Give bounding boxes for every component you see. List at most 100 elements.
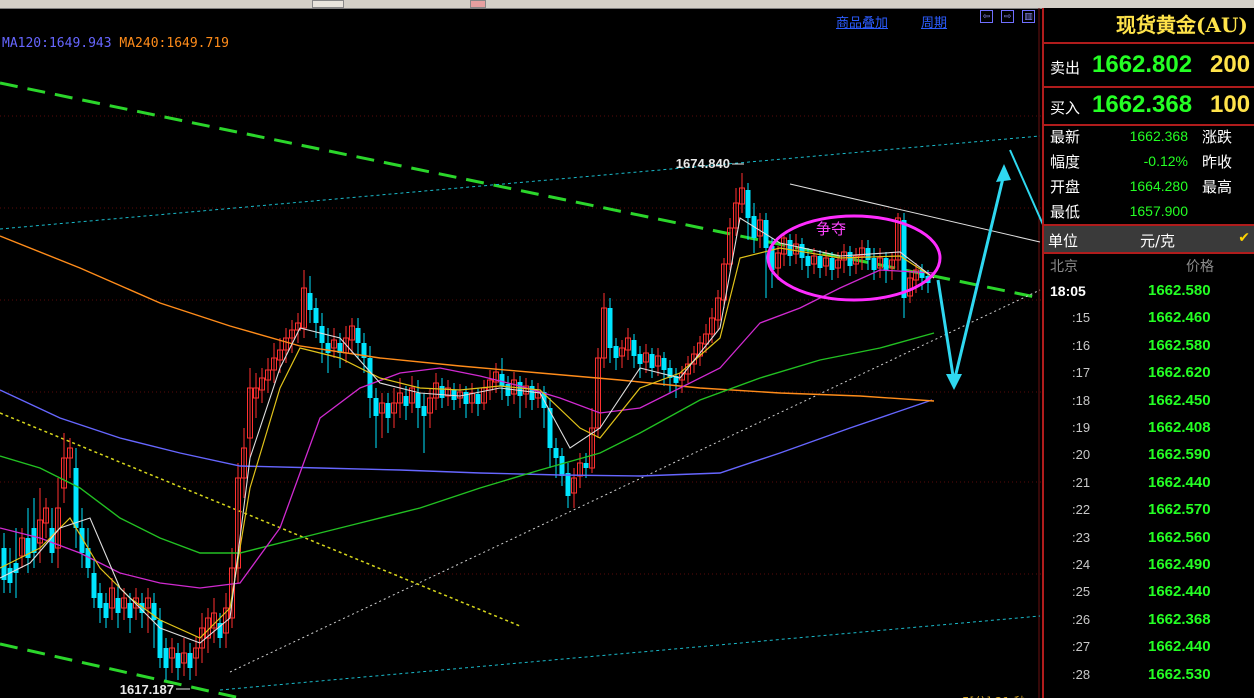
tick-price: 1662.368: [1148, 610, 1211, 628]
candlestick-chart[interactable]: 1674.8401617.187争夺5[分] 21 秒: [0, 8, 1042, 698]
instrument-title: 现货黄金(AU): [1116, 13, 1248, 37]
tick-row[interactable]: :24 1662.490: [1044, 552, 1254, 579]
stat-row-low: 最低 1657.900: [1044, 199, 1254, 224]
sell-price: 1662.802: [1092, 51, 1193, 78]
stat-key: 最新: [1050, 128, 1081, 146]
candle: [259, 368, 265, 403]
stat-value: 1657.900: [1129, 203, 1188, 219]
candle: [211, 598, 217, 643]
candle-body: [325, 343, 331, 353]
candle: [67, 438, 73, 478]
buy-row[interactable]: 买入 1662.368 100: [1044, 88, 1254, 124]
candle: [589, 408, 595, 473]
candle-body: [463, 392, 469, 404]
tick-row[interactable]: :27 1662.440: [1044, 634, 1254, 661]
candle-body: [505, 384, 511, 396]
candle: [355, 318, 361, 358]
stat-key-2: 最高: [1202, 178, 1233, 196]
candle: [373, 388, 379, 448]
candle: [715, 290, 721, 330]
candle-body: [499, 374, 505, 386]
candle-body: [565, 473, 571, 496]
tick-row[interactable]: :26 1662.368: [1044, 607, 1254, 634]
nav-prev-button[interactable]: ⇦: [980, 10, 993, 23]
candle: [517, 376, 523, 418]
candle: [625, 328, 631, 360]
top-tab[interactable]: [470, 0, 486, 8]
stat-key-2: 昨收: [1202, 153, 1233, 171]
tick-price: 1662.620: [1148, 364, 1211, 382]
tick-time: :21: [1072, 474, 1091, 490]
period-link[interactable]: 周期: [921, 12, 947, 31]
tick-header: 北京 价格: [1044, 254, 1254, 278]
candle-body: [439, 386, 445, 398]
ma120-label: MA120:1649.943: [2, 36, 112, 51]
candle-body: [31, 528, 37, 553]
candle: [631, 334, 637, 368]
candle: [301, 270, 307, 338]
lower-channel-line: [219, 615, 1041, 691]
unit-label: 单位: [1048, 232, 1079, 250]
candle: [745, 183, 751, 240]
sell-row[interactable]: 卖出 1662.802 200: [1044, 48, 1254, 84]
tick-row[interactable]: :28 1662.530: [1044, 662, 1254, 689]
candle-body: [883, 258, 889, 270]
sell-volume: 200: [1210, 51, 1251, 78]
tick-price: 1662.460: [1148, 309, 1211, 327]
forecast-arrowhead: [946, 374, 962, 390]
tick-time: :28: [1072, 666, 1091, 682]
tick-row[interactable]: :25 1662.440: [1044, 579, 1254, 606]
tick-row[interactable]: :16 1662.580: [1044, 333, 1254, 360]
candle: [595, 348, 601, 438]
candle: [481, 380, 487, 410]
tick-price: 1662.490: [1148, 556, 1211, 573]
stat-row-change: 幅度 -0.12% 昨收: [1044, 149, 1254, 174]
tick-time: :20: [1072, 447, 1091, 463]
candle-body: [631, 340, 637, 356]
candle-body: [559, 456, 565, 476]
tick-row[interactable]: :17 1662.620: [1044, 360, 1254, 387]
tick-row[interactable]: :15 1662.460: [1044, 305, 1254, 332]
candle-body: [415, 393, 421, 408]
tick-row[interactable]: 18:05 1662.580: [1044, 278, 1254, 305]
unit-row[interactable]: 单位 元/克 ✔: [1044, 226, 1254, 252]
candle: [847, 246, 853, 276]
candle: [55, 478, 61, 568]
nav-menu-button[interactable]: ▥: [1022, 10, 1035, 23]
nav-next-button[interactable]: ⇨: [1001, 10, 1014, 23]
stat-row-open: 开盘 1664.280 最高: [1044, 174, 1254, 199]
quote-panel: 现货黄金(AU) 卖出 1662.802 200 买入 1662.368 100…: [1042, 8, 1254, 698]
candle: [571, 468, 577, 508]
tick-row[interactable]: :18 1662.450: [1044, 388, 1254, 415]
tick-row[interactable]: :19 1662.408: [1044, 415, 1254, 442]
tick-time: :23: [1072, 529, 1091, 545]
tick-row[interactable]: :20 1662.590: [1044, 442, 1254, 469]
candle-body: [187, 653, 193, 668]
candle: [673, 368, 679, 398]
candle: [907, 270, 913, 303]
candle: [601, 293, 607, 368]
forecast-arrowhead: [996, 164, 1011, 182]
candle-body: [661, 358, 667, 370]
candle-body: [787, 240, 793, 256]
candle-body: [313, 308, 319, 323]
tick-price: 1662.570: [1148, 501, 1211, 519]
candle: [613, 338, 619, 370]
candle: [391, 388, 397, 428]
candle: [379, 393, 385, 438]
ma-magenta-line: [0, 269, 935, 589]
top-tab[interactable]: [312, 0, 344, 8]
overlay-link[interactable]: 商品叠加: [836, 12, 888, 31]
candle: [409, 376, 415, 413]
grid-lines: [0, 8, 1042, 698]
tick-price: 1662.560: [1148, 528, 1211, 546]
tick-price: 1662.408: [1148, 419, 1211, 436]
tick-price: 1662.440: [1148, 638, 1211, 656]
candle: [319, 313, 325, 363]
tick-row[interactable]: :23 1662.560: [1044, 525, 1254, 552]
candle: [901, 213, 907, 318]
candle: [565, 463, 571, 508]
tick-row[interactable]: :21 1662.440: [1044, 470, 1254, 497]
tick-row[interactable]: :22 1662.570: [1044, 497, 1254, 524]
tick-header-price: 价格: [1186, 259, 1214, 275]
